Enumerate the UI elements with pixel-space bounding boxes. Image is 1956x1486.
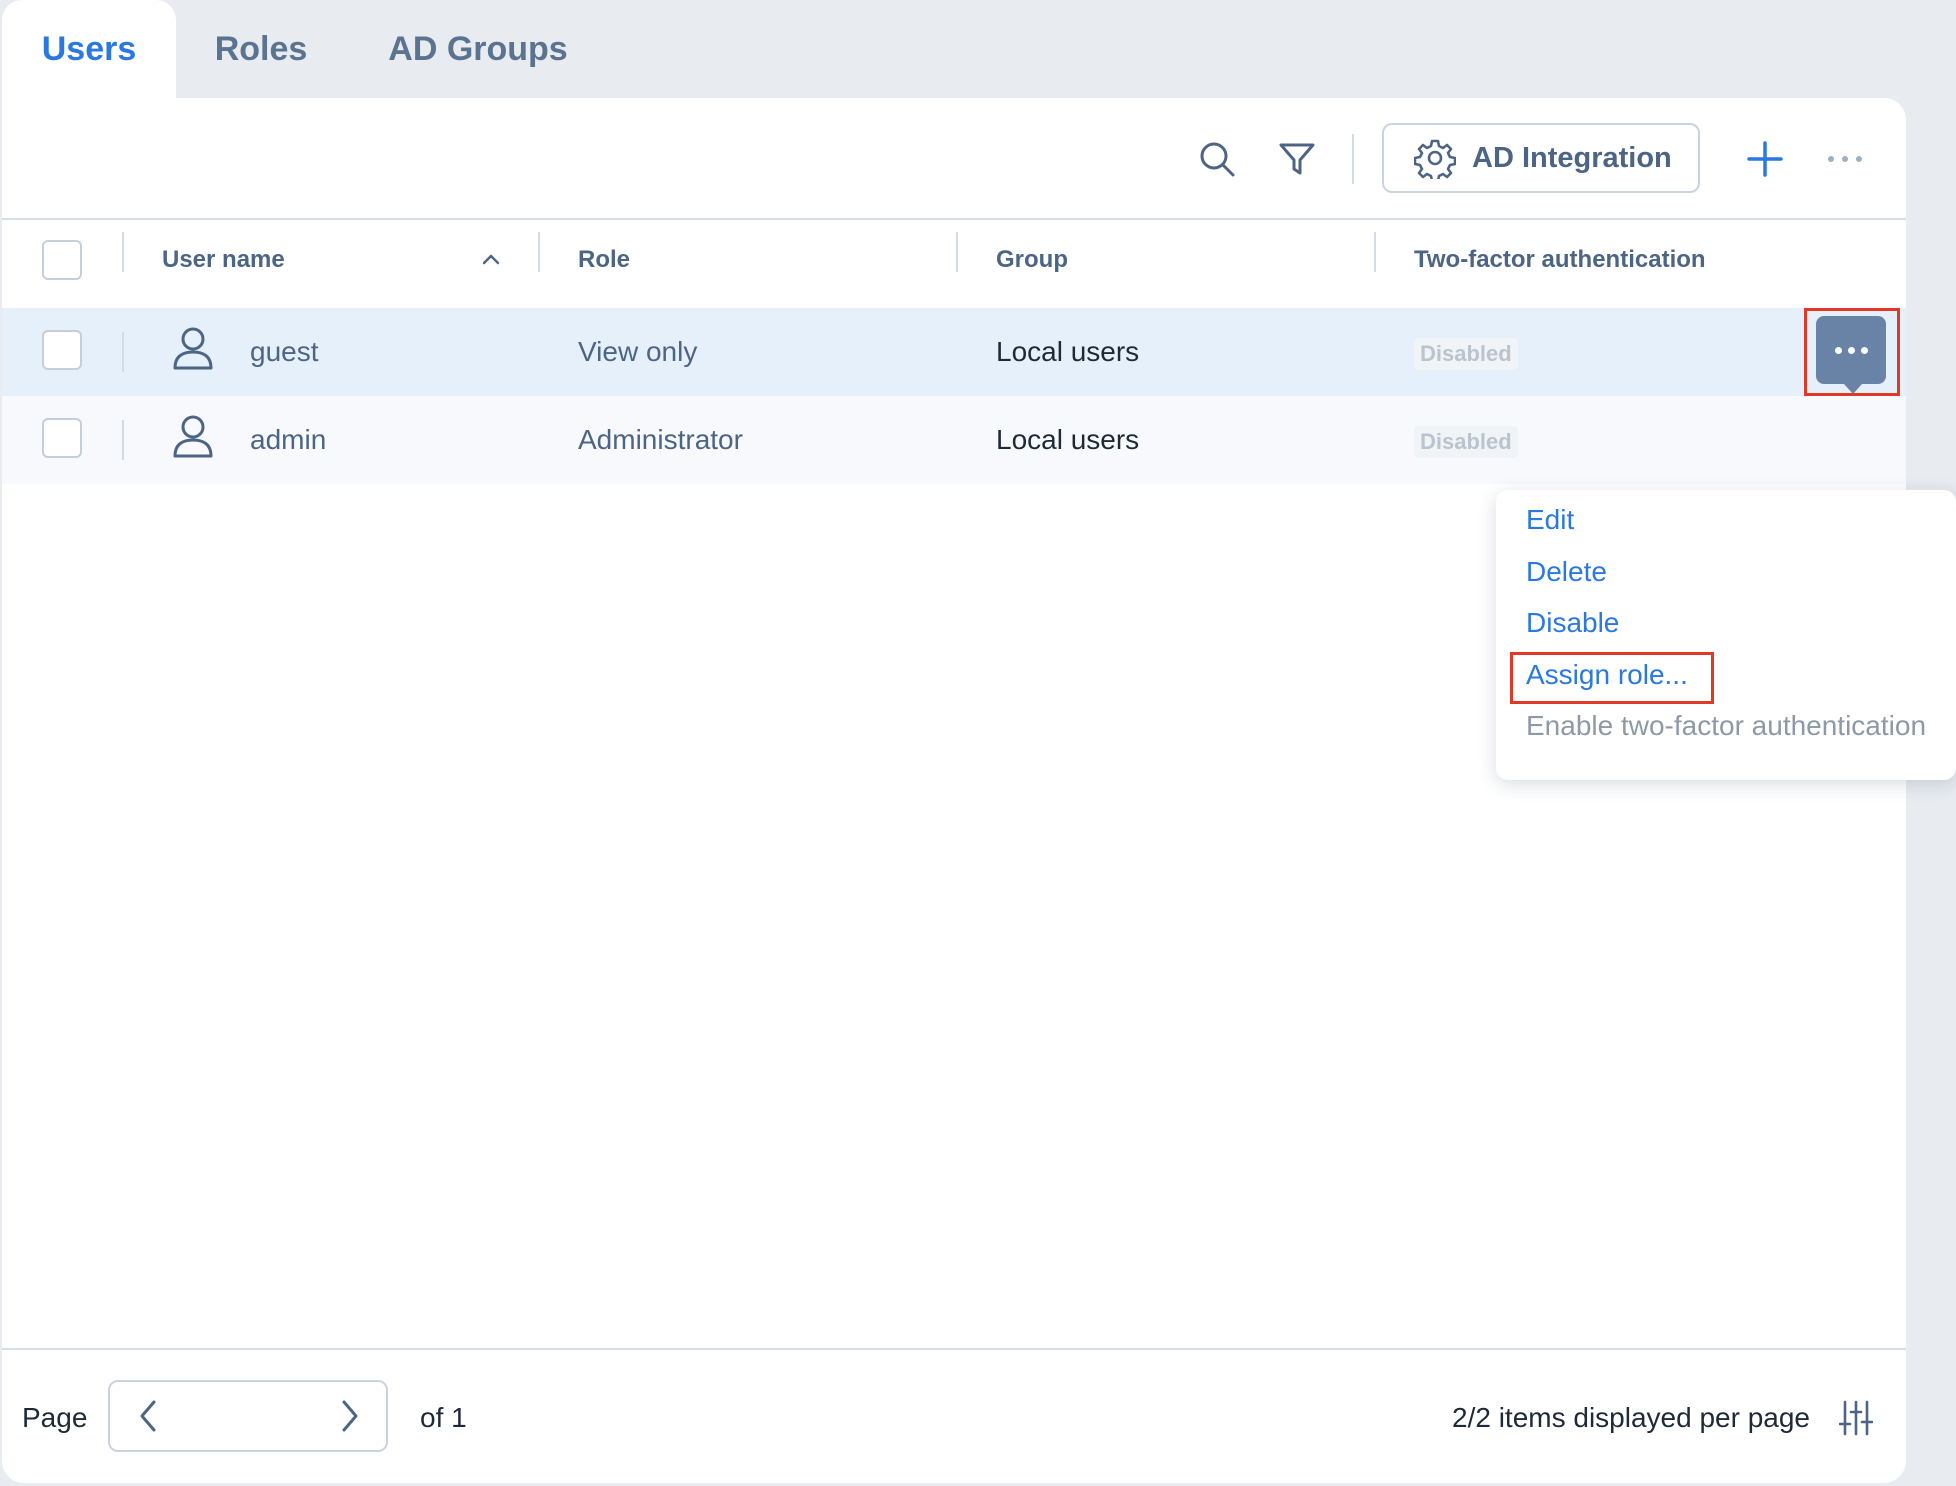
page-navigator xyxy=(108,1380,388,1452)
menu-item-disable[interactable]: Disable xyxy=(1526,607,1619,639)
row-checkbox[interactable] xyxy=(42,330,82,370)
items-per-page-label: 2/2 items displayed per page xyxy=(1452,1402,1810,1433)
menu-item-edit[interactable]: Edit xyxy=(1526,504,1574,536)
status-badge: Disabled xyxy=(1414,426,1518,458)
column-separator xyxy=(122,420,124,460)
menu-item-assign-role[interactable]: Assign role... xyxy=(1526,659,1688,691)
column-header-role[interactable]: Role xyxy=(578,246,630,274)
user-name: admin xyxy=(250,424,327,455)
search-icon[interactable] xyxy=(1192,134,1242,184)
page-label: Page xyxy=(22,1402,88,1433)
tab-ad-groups[interactable]: AD Groups xyxy=(376,0,580,98)
column-header-group[interactable]: Group xyxy=(996,246,1068,274)
column-header-two-factor[interactable]: Two-factor authentication xyxy=(1414,246,1706,274)
sliders-icon[interactable] xyxy=(1836,1396,1876,1440)
column-separator xyxy=(1374,232,1376,272)
row-actions-menu: Edit Delete Disable Assign role... Enabl… xyxy=(1496,490,1956,780)
filter-icon[interactable] xyxy=(1272,134,1322,184)
toolbar-divider xyxy=(1352,134,1354,184)
user-icon xyxy=(172,414,214,458)
status-badge: Disabled xyxy=(1414,338,1518,370)
row-actions-button[interactable] xyxy=(1816,316,1886,394)
sort-ascending-icon[interactable] xyxy=(474,242,508,276)
chevron-left-icon[interactable] xyxy=(128,1396,168,1436)
column-separator xyxy=(538,232,540,272)
tab-roles[interactable]: Roles xyxy=(196,0,326,98)
menu-item-delete[interactable]: Delete xyxy=(1526,556,1607,588)
user-role: Administrator xyxy=(578,424,743,455)
user-role: View only xyxy=(578,336,698,367)
tab-bar: Users Roles AD Groups xyxy=(0,0,1956,98)
row-checkbox[interactable] xyxy=(42,418,82,458)
column-separator xyxy=(122,232,124,272)
ad-integration-button[interactable]: AD Integration xyxy=(1382,123,1700,193)
tab-users[interactable]: Users xyxy=(2,0,176,98)
column-separator xyxy=(122,332,124,372)
toolbar-divider-line xyxy=(2,218,1906,220)
column-separator xyxy=(956,232,958,272)
gear-icon xyxy=(1414,137,1456,179)
more-horizontal-icon[interactable] xyxy=(1820,134,1870,184)
select-all-checkbox[interactable] xyxy=(42,240,82,280)
ad-integration-label: AD Integration xyxy=(1472,141,1672,174)
column-header-user-name[interactable]: User name xyxy=(162,246,285,274)
footer-divider-line xyxy=(2,1348,1906,1350)
page-count: of 1 xyxy=(420,1402,467,1433)
user-group: Local users xyxy=(996,424,1140,455)
users-panel: AD Integration User name Role Group Two-… xyxy=(2,98,1956,1483)
menu-item-enable-two-factor: Enable two-factor authentication xyxy=(1526,710,1927,741)
user-icon xyxy=(172,326,214,370)
user-group: Local users xyxy=(996,336,1140,367)
plus-icon[interactable] xyxy=(1740,134,1790,184)
chevron-right-icon[interactable] xyxy=(330,1396,370,1436)
user-name: guest xyxy=(250,336,319,367)
